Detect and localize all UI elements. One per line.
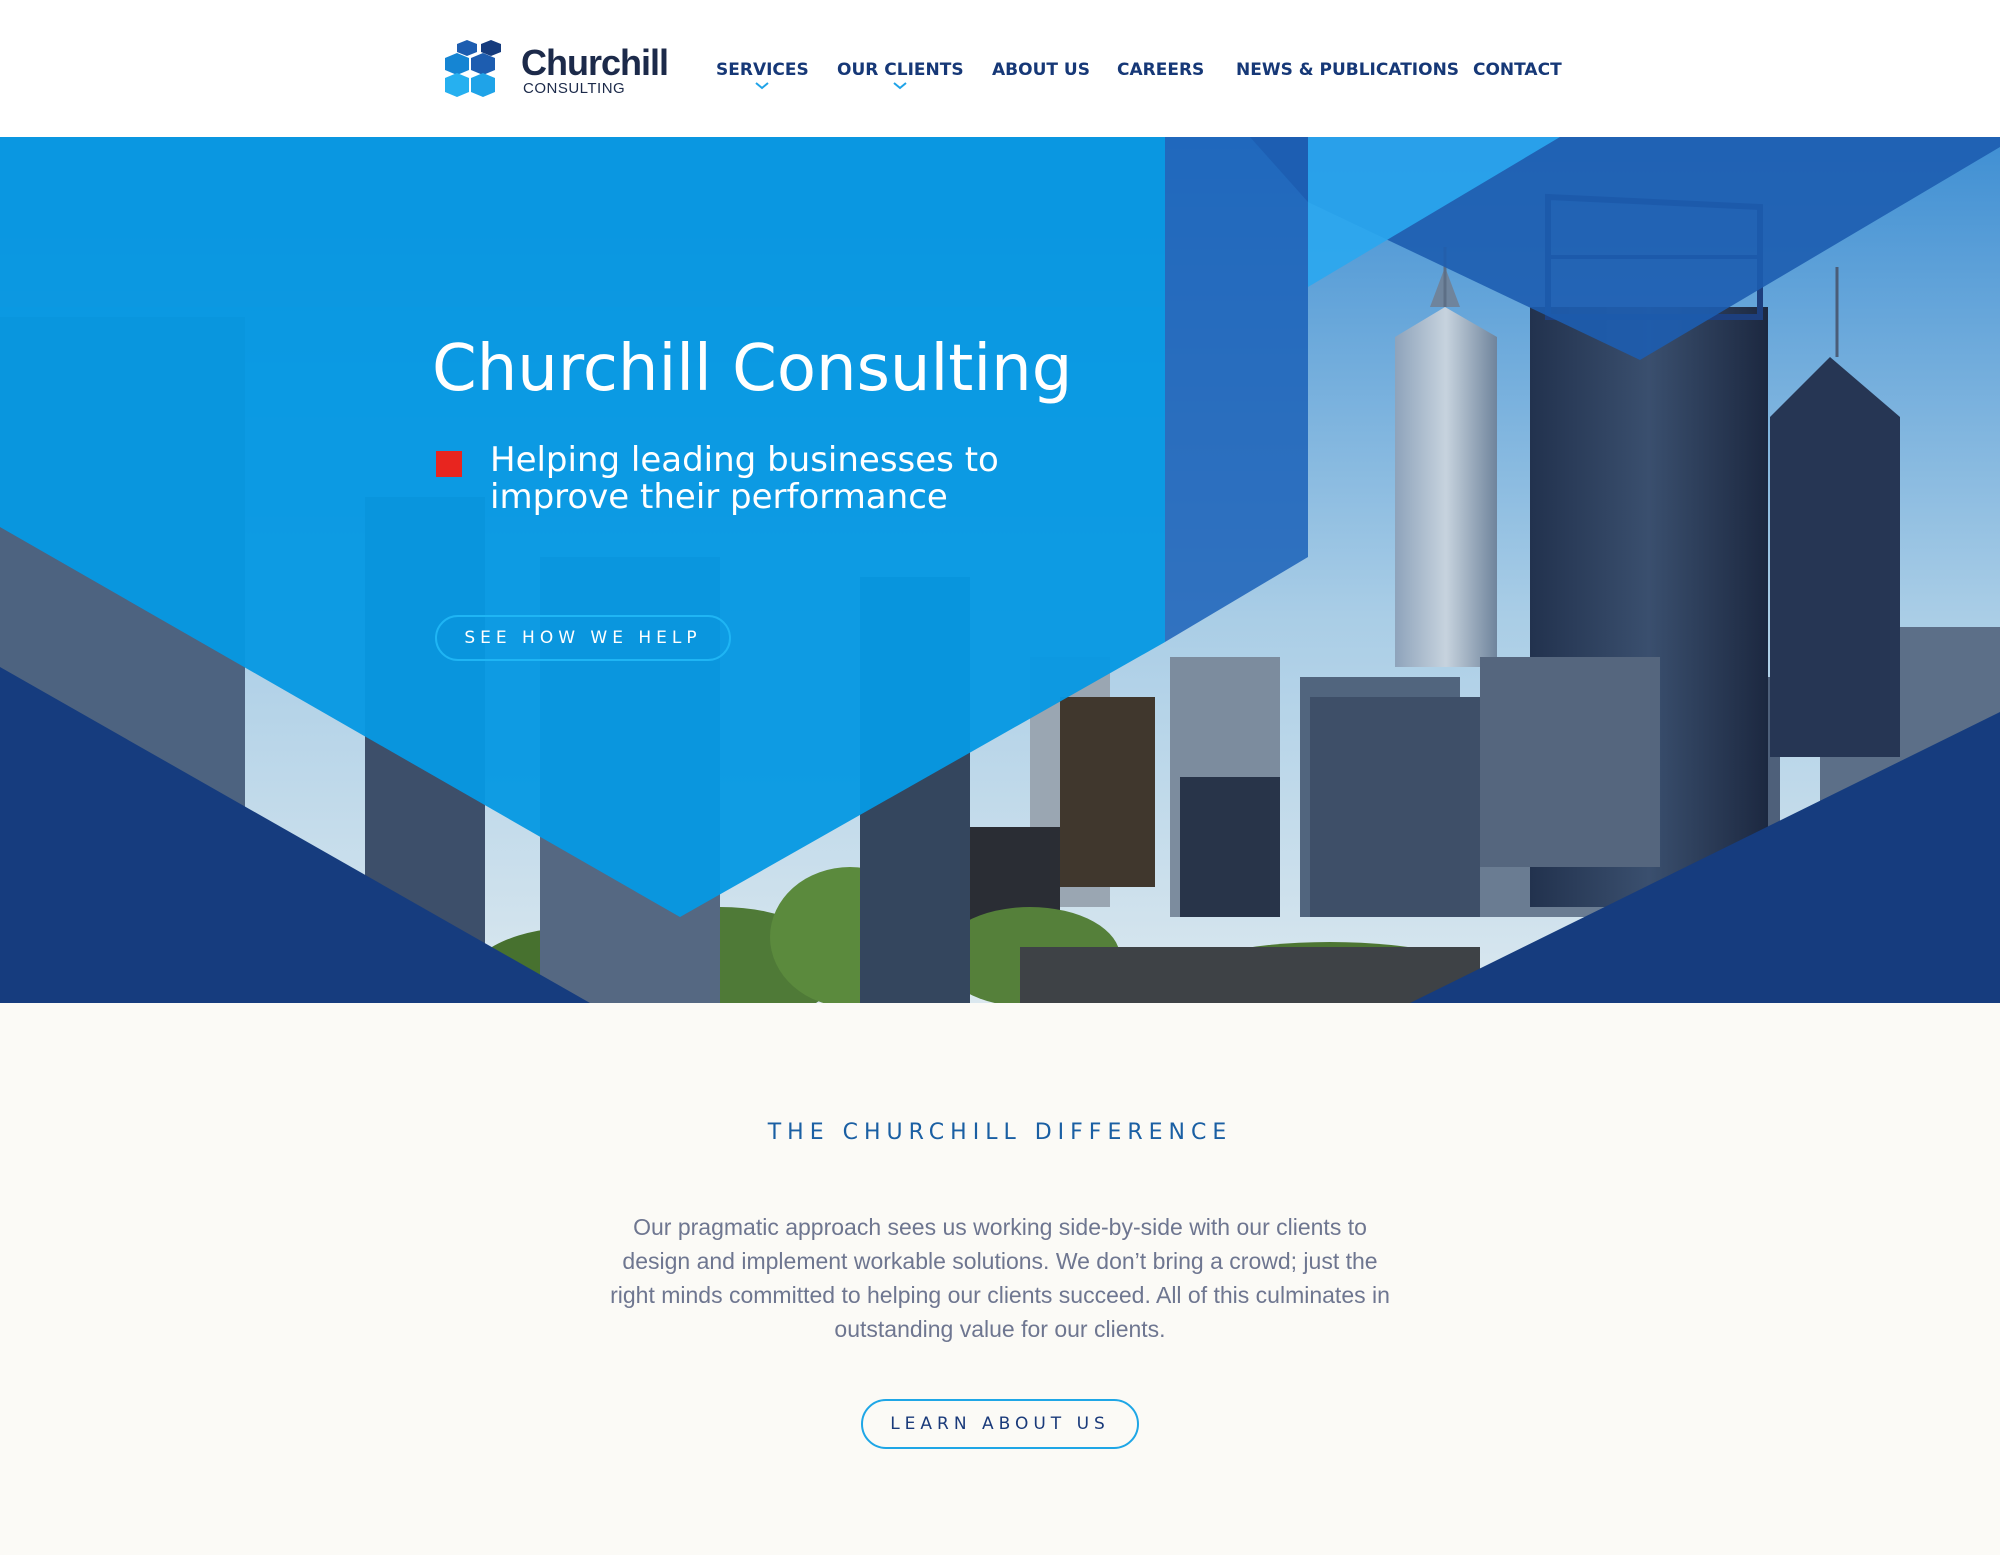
brand-name: Churchill: [521, 42, 669, 83]
nav-careers[interactable]: CAREERS: [1117, 60, 1204, 80]
nav-news-publications[interactable]: NEWS & PUBLICATIONS: [1236, 60, 1459, 80]
chevron-down-icon: [755, 82, 770, 90]
hero-banner: Churchill Consulting Helping leading bus…: [0, 137, 2000, 1003]
nav-about-us[interactable]: ABOUT US: [992, 60, 1090, 80]
learn-about-us-button[interactable]: LEARN ABOUT US: [861, 1399, 1139, 1449]
nav-careers-label: CAREERS: [1117, 60, 1205, 80]
nav-services[interactable]: SERVICES: [716, 60, 809, 90]
section-body-text: Our pragmatic approach sees us working s…: [610, 1214, 1390, 1342]
hexagon-logo-icon: [445, 40, 501, 97]
nav-contact[interactable]: CONTACT: [1473, 60, 1562, 80]
site-header: Churchill CONSULTING SERVICES OUR CLIENT…: [0, 0, 2000, 137]
nav-about-us-label: ABOUT US: [992, 60, 1090, 80]
red-square-bullet-icon: [436, 451, 462, 477]
nav-services-label: SERVICES: [716, 60, 809, 80]
see-how-we-help-button[interactable]: SEE HOW WE HELP: [435, 615, 731, 661]
hero-title: Churchill Consulting: [432, 332, 1073, 406]
chevron-down-icon: [893, 82, 907, 90]
section-heading: THE CHURCHILL DIFFERENCE: [767, 1120, 1233, 1145]
hero-subtitle: Helping leading businesses to improve th…: [490, 440, 999, 517]
nav-our-clients[interactable]: OUR CLIENTS: [837, 60, 964, 90]
nav-our-clients-label: OUR CLIENTS: [837, 60, 964, 80]
churchill-logo[interactable]: Churchill CONSULTING: [443, 40, 669, 110]
nav-news-publications-label: NEWS & PUBLICATIONS: [1236, 60, 1460, 80]
brand-subtitle: CONSULTING: [523, 80, 626, 97]
hero-city-skyline-image: [0, 137, 2000, 1003]
nav-contact-label: CONTACT: [1473, 60, 1562, 80]
